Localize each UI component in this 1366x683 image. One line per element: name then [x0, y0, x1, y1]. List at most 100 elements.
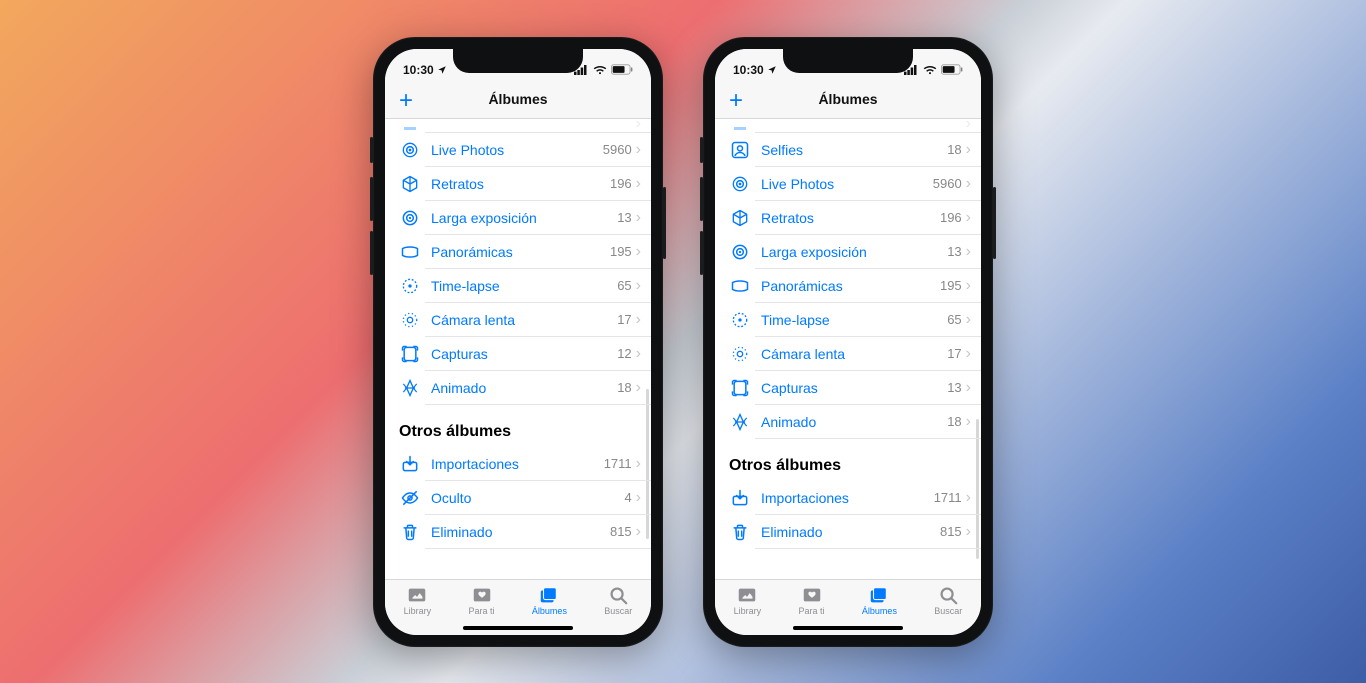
album-row[interactable]: Retratos 196 › [715, 201, 981, 235]
album-count: 18 [947, 142, 961, 157]
tab-library-label: Library [404, 606, 432, 616]
add-button[interactable]: + [399, 89, 413, 113]
notch [783, 49, 913, 73]
timelapse-icon [399, 276, 421, 296]
location-icon [437, 65, 447, 75]
pano-icon [399, 242, 421, 262]
album-label: Eliminado [431, 524, 610, 540]
tab-library[interactable]: Library [734, 584, 762, 616]
chevron-right-icon: › [966, 119, 971, 133]
album-row[interactable]: Importaciones 1711 › [385, 447, 651, 481]
album-row[interactable]: Animado 18 › [385, 371, 651, 405]
tab-albums[interactable]: Álbumes [862, 584, 897, 616]
pano-icon [729, 276, 751, 296]
tab-foryou-label: Para ti [469, 606, 495, 616]
album-row[interactable]: Time-lapse 65 › [715, 303, 981, 337]
album-row[interactable]: Larga exposición 13 › [715, 235, 981, 269]
album-label: Selfies [761, 142, 947, 158]
album-row[interactable]: Animado 18 › [715, 405, 981, 439]
album-count: 13 [947, 380, 961, 395]
chevron-right-icon: › [966, 379, 971, 397]
chevron-right-icon: › [966, 277, 971, 295]
album-row[interactable]: Capturas 13 › [715, 371, 981, 405]
slowmo-icon [399, 310, 421, 330]
chevron-right-icon: › [636, 175, 641, 193]
cube-icon [729, 208, 751, 228]
tab-albums-label: Álbumes [862, 606, 897, 616]
content-right[interactable]: › Selfies 18 › Live Photos 5960 › Retrat… [715, 119, 981, 579]
album-row[interactable]: Cámara lenta 17 › [715, 337, 981, 371]
tab-for-you[interactable]: Para ti [799, 584, 825, 616]
nav-title: Álbumes [488, 91, 547, 107]
album-row[interactable]: Live Photos 5960 › [385, 133, 651, 167]
chevron-right-icon: › [966, 489, 971, 507]
album-label: Live Photos [431, 142, 603, 158]
album-row[interactable]: Eliminado 815 › [385, 515, 651, 549]
chevron-right-icon: › [966, 141, 971, 159]
livephoto-icon [399, 140, 421, 160]
section-other-albums: Otros álbumes [715, 439, 981, 481]
longexp-icon [399, 208, 421, 228]
chevron-right-icon: › [966, 523, 971, 541]
album-row-partial[interactable]: › [385, 119, 651, 133]
album-row[interactable]: Capturas 12 › [385, 337, 651, 371]
status-time: 10:30 [403, 63, 434, 77]
add-button[interactable]: + [729, 89, 743, 113]
chevron-right-icon: › [966, 413, 971, 431]
tab-search-label: Buscar [604, 606, 632, 616]
album-row[interactable]: Oculto 4 › [385, 481, 651, 515]
chevron-right-icon: › [966, 243, 971, 261]
chevron-right-icon: › [636, 119, 641, 133]
album-count: 196 [940, 210, 962, 225]
album-row[interactable]: Panorámicas 195 › [715, 269, 981, 303]
album-row[interactable]: Eliminado 815 › [715, 515, 981, 549]
album-row[interactable]: Selfies 18 › [715, 133, 981, 167]
cube-icon [399, 174, 421, 194]
chevron-right-icon: › [636, 455, 641, 473]
album-row[interactable]: Cámara lenta 17 › [385, 303, 651, 337]
import-icon [399, 454, 421, 474]
album-count: 18 [617, 380, 631, 395]
album-count: 12 [617, 346, 631, 361]
album-count: 17 [617, 312, 631, 327]
album-row[interactable]: Time-lapse 65 › [385, 269, 651, 303]
tab-library[interactable]: Library [404, 584, 432, 616]
album-count: 815 [940, 524, 962, 539]
album-label: Retratos [431, 176, 610, 192]
section-other-albums: Otros álbumes [385, 405, 651, 447]
import-icon [729, 488, 751, 508]
animated-icon [399, 378, 421, 398]
album-row[interactable]: Retratos 196 › [385, 167, 651, 201]
chevron-right-icon: › [966, 345, 971, 363]
tab-search-label: Buscar [934, 606, 962, 616]
album-row-partial[interactable]: › [715, 119, 981, 133]
album-count: 1711 [934, 490, 962, 505]
chevron-right-icon: › [636, 141, 641, 159]
album-label: Time-lapse [431, 278, 617, 294]
timelapse-icon [729, 310, 751, 330]
home-indicator[interactable] [463, 626, 573, 630]
tab-search[interactable]: Buscar [604, 584, 632, 616]
chevron-right-icon: › [636, 277, 641, 295]
home-indicator[interactable] [793, 626, 903, 630]
chevron-right-icon: › [966, 209, 971, 227]
tab-albums-label: Álbumes [532, 606, 567, 616]
nav-bar: + Álbumes [385, 85, 651, 119]
album-count: 196 [610, 176, 632, 191]
tab-albums[interactable]: Álbumes [532, 584, 567, 616]
album-label: Oculto [431, 490, 624, 506]
content-left[interactable]: › Live Photos 5960 › Retratos 196 › Larg… [385, 119, 651, 579]
album-label: Animado [431, 380, 617, 396]
album-count: 5960 [603, 142, 632, 157]
album-row[interactable]: Live Photos 5960 › [715, 167, 981, 201]
animated-icon [729, 412, 751, 432]
tab-search[interactable]: Buscar [934, 584, 962, 616]
chevron-right-icon: › [636, 379, 641, 397]
album-row[interactable]: Larga exposición 13 › [385, 201, 651, 235]
tab-library-label: Library [734, 606, 762, 616]
tab-for-you[interactable]: Para ti [469, 584, 495, 616]
album-row[interactable]: Importaciones 1711 › [715, 481, 981, 515]
chevron-right-icon: › [636, 311, 641, 329]
longexp-icon [729, 242, 751, 262]
album-row[interactable]: Panorámicas 195 › [385, 235, 651, 269]
